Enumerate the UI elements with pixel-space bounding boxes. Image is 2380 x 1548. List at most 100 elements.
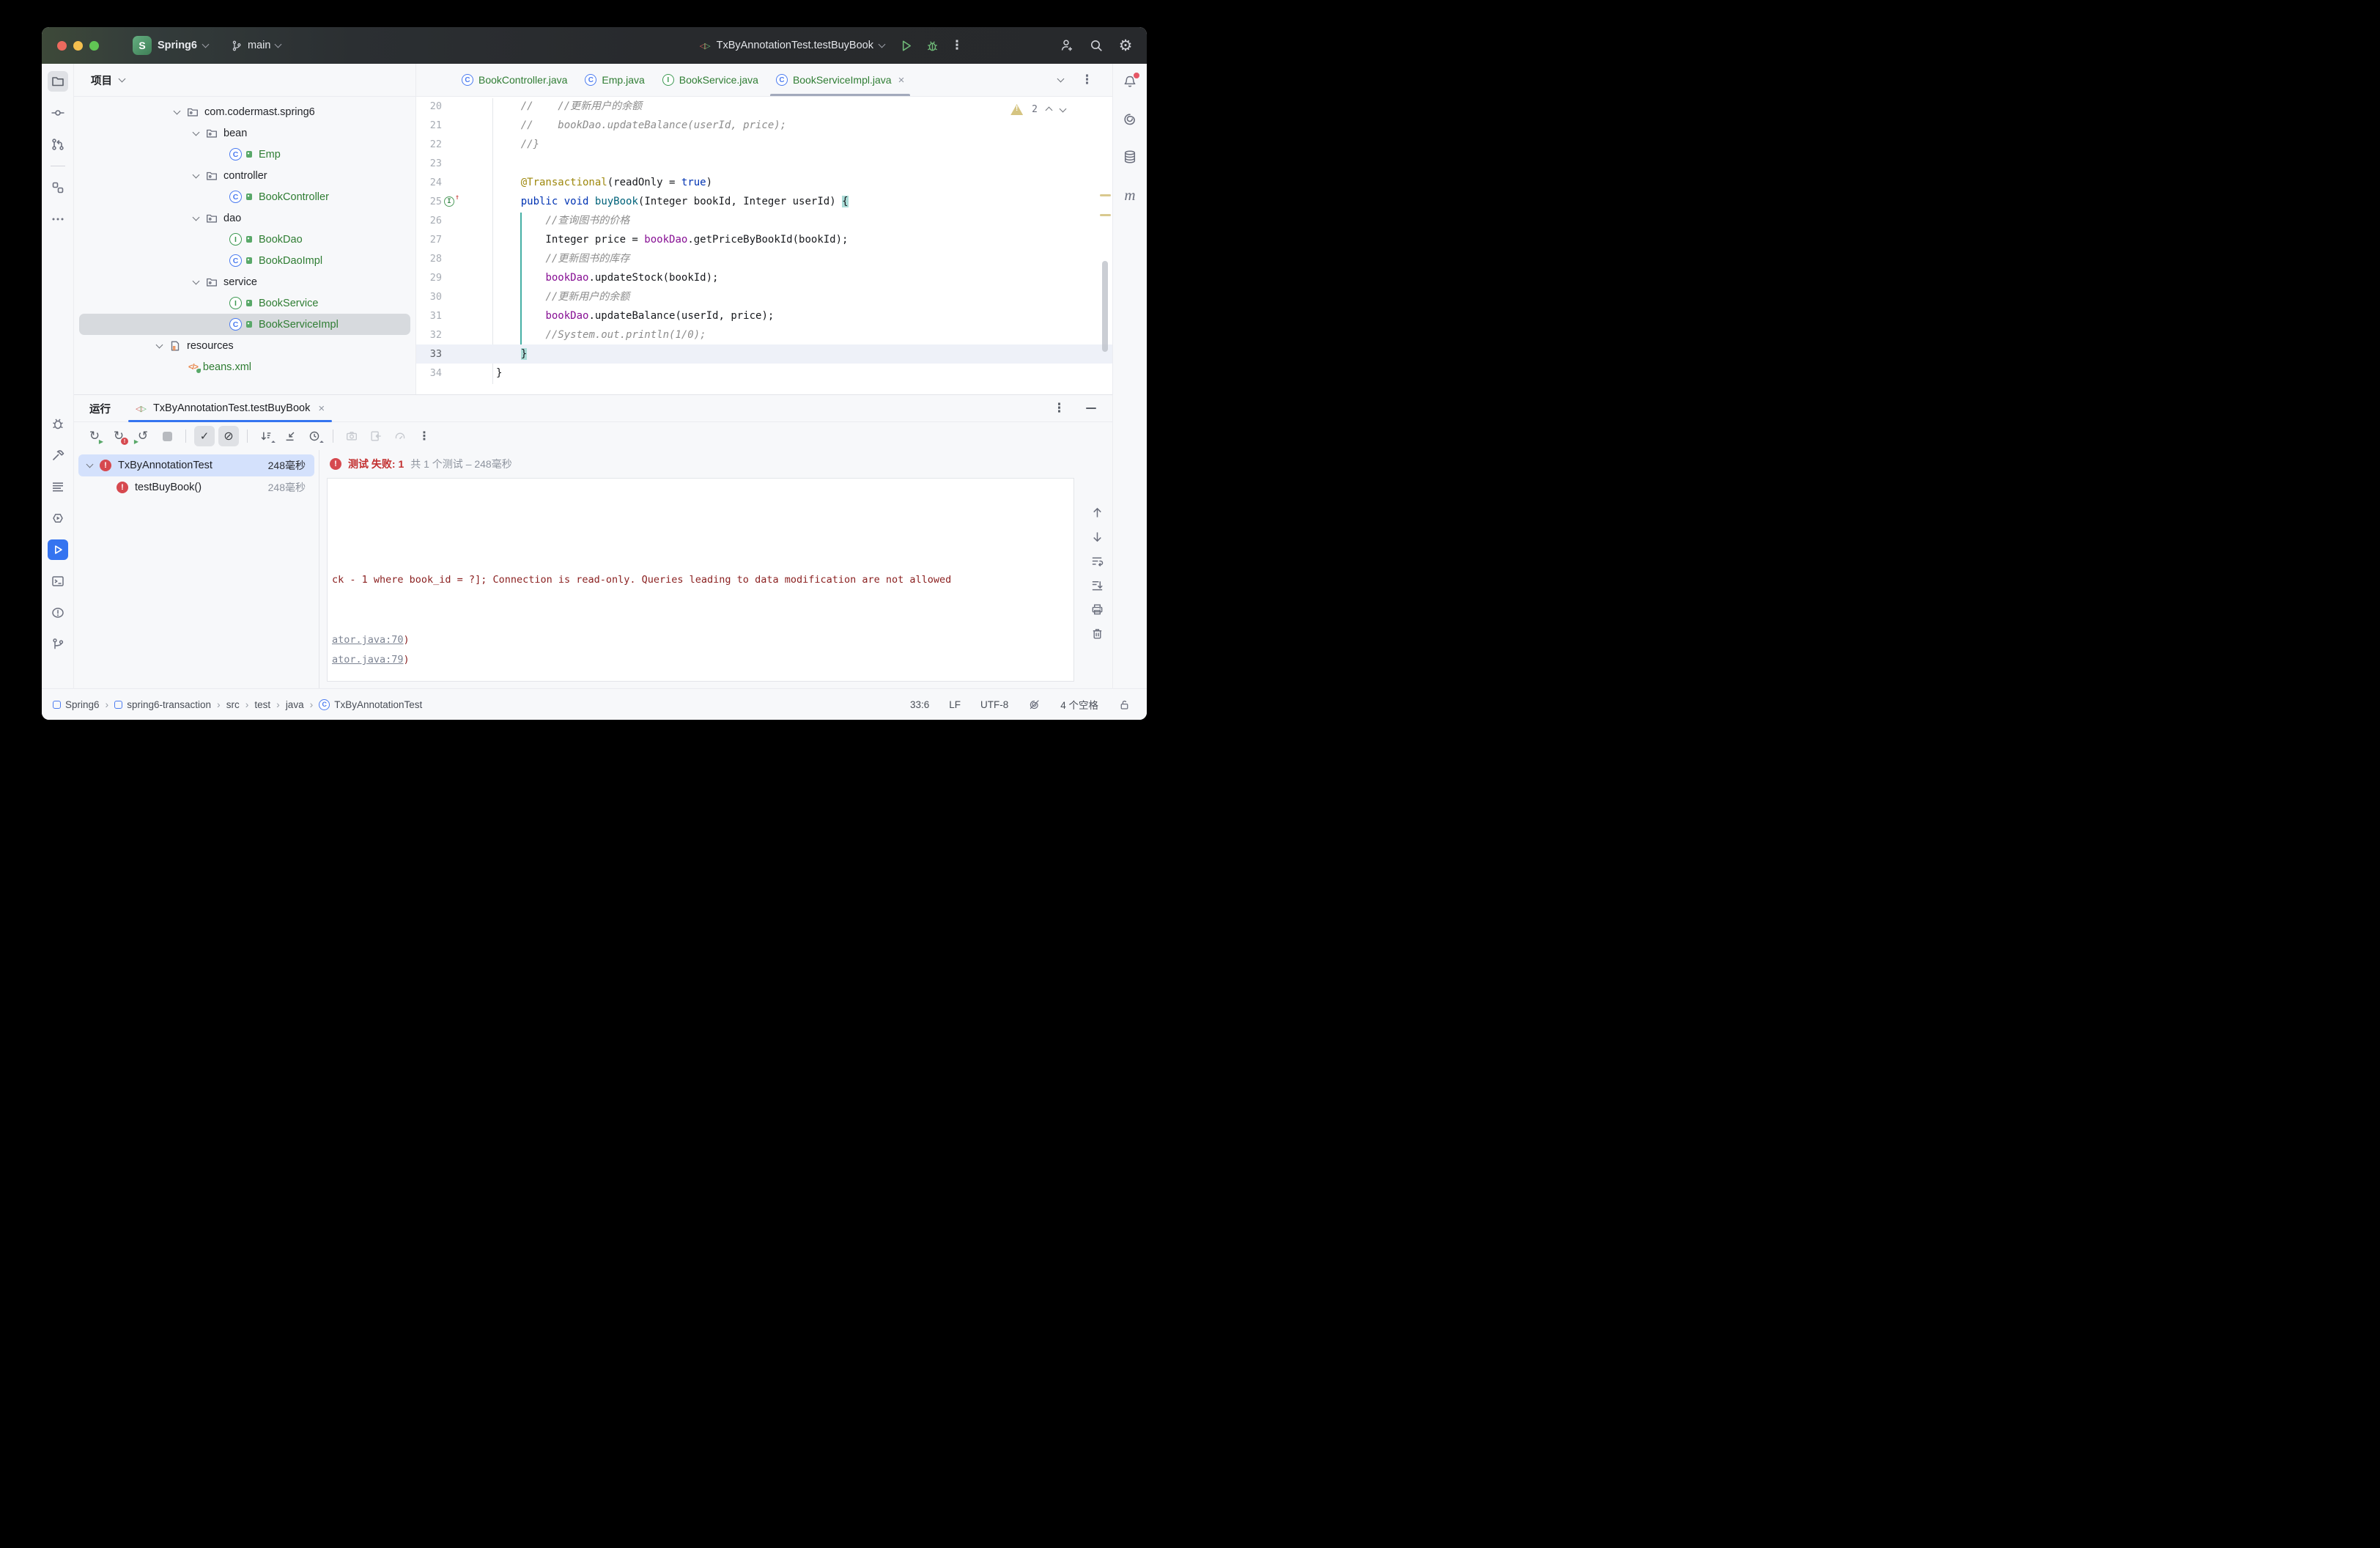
line-number[interactable]: 22 — [416, 135, 442, 154]
import-test-results-button[interactable] — [366, 426, 386, 446]
project-tree-item[interactable]: BookDao — [79, 229, 410, 250]
code-editor[interactable]: 20 // //更新用户的余额 21 // bookDao.updateBala… — [416, 97, 1112, 394]
line-number[interactable]: 34 — [416, 364, 442, 383]
line-number[interactable]: 32 — [416, 325, 442, 344]
project-panel-header[interactable]: 项目 — [74, 64, 415, 97]
terminal-tool-button[interactable] — [48, 571, 68, 591]
project-tree-item[interactable]: BookServiceImpl — [79, 314, 410, 335]
project-tree-item[interactable]: service — [79, 271, 410, 292]
line-number[interactable]: 25 — [416, 192, 442, 211]
expand-chevron-icon[interactable] — [193, 171, 200, 178]
breadcrumb-item[interactable]: test — [254, 699, 270, 710]
code-line[interactable]: 22 //} — [416, 135, 1112, 154]
code-line[interactable]: 33 } — [416, 344, 1112, 364]
line-separator[interactable]: LF — [949, 699, 961, 710]
line-number[interactable]: 20 — [416, 97, 442, 116]
expand-chevron-icon[interactable] — [193, 213, 200, 221]
scroll-to-end-button[interactable] — [1090, 578, 1104, 592]
code-line[interactable]: 32 //System.out.println(1/0); — [416, 325, 1112, 344]
inspections-widget[interactable]: 2 — [1010, 104, 1065, 115]
scroll-up-button[interactable] — [1090, 506, 1104, 520]
zoom-window-button[interactable] — [89, 41, 99, 51]
show-ignored-button[interactable] — [218, 426, 239, 446]
add-user-button[interactable] — [1056, 34, 1078, 56]
breadcrumb-item[interactable]: Spring6 — [53, 699, 100, 710]
collapse-all-button[interactable] — [280, 426, 300, 446]
code-line[interactable]: 23 — [416, 154, 1112, 173]
code-line[interactable]: 34 } — [416, 364, 1112, 383]
settings-button[interactable] — [1115, 34, 1137, 56]
editor-tab[interactable]: BookServiceImpl.java — [767, 64, 913, 96]
close-run-tab-icon[interactable] — [318, 402, 325, 415]
expand-chevron-icon[interactable] — [86, 461, 94, 468]
editor-tab[interactable]: Emp.java — [576, 64, 653, 96]
project-tree-item[interactable]: Emp — [79, 144, 410, 165]
show-passed-button[interactable] — [194, 426, 215, 446]
line-number[interactable]: 23 — [416, 154, 442, 173]
close-tab-icon[interactable] — [898, 74, 905, 86]
expand-chevron-icon[interactable] — [193, 277, 200, 284]
clear-console-button[interactable] — [1090, 627, 1104, 641]
spring-disabled-button[interactable] — [1028, 699, 1041, 711]
tab-list-chevron-icon[interactable] — [1057, 75, 1065, 83]
project-tree-item[interactable]: BookDaoImpl — [79, 250, 410, 271]
minimize-window-button[interactable] — [73, 41, 83, 51]
capture-snapshot-button[interactable] — [341, 426, 362, 446]
more-actions-button[interactable] — [946, 34, 968, 56]
readonly-toggle[interactable] — [1118, 699, 1131, 711]
caret-position[interactable]: 33:6 — [910, 699, 929, 710]
line-number[interactable]: 31 — [416, 306, 442, 325]
line-number[interactable]: 33 — [416, 344, 442, 364]
breadcrumb-item[interactable]: TxByAnnotationTest — [319, 699, 422, 710]
close-window-button[interactable] — [57, 41, 67, 51]
line-number[interactable]: 26 — [416, 211, 442, 230]
implements-gutter-icon[interactable] — [444, 196, 454, 207]
debug-tool-button[interactable] — [48, 413, 68, 434]
test-history-button[interactable] — [304, 426, 325, 446]
code-line[interactable]: 21 // bookDao.updateBalance(userId, pric… — [416, 116, 1112, 135]
stack-trace-link[interactable]: ator.java:70 — [332, 634, 404, 646]
run-tool-button[interactable] — [48, 539, 68, 560]
prev-problem-icon[interactable] — [1046, 107, 1053, 114]
editor-tab[interactable]: BookController.java — [453, 64, 576, 96]
stop-button[interactable] — [157, 426, 177, 446]
run-button[interactable] — [895, 34, 917, 56]
indent-setting[interactable]: 4 个空格 — [1060, 697, 1098, 712]
project-tree-item[interactable]: bean — [79, 122, 410, 144]
code-line[interactable]: 20 // //更新用户的余额 — [416, 97, 1112, 116]
warning-stripe-mark[interactable] — [1100, 214, 1111, 216]
services-tool-button[interactable] — [48, 508, 68, 528]
todo-tool-button[interactable] — [48, 476, 68, 497]
breadcrumb-item[interactable]: src — [226, 699, 240, 710]
project-tree-item[interactable]: controller — [79, 165, 410, 186]
debug-button[interactable] — [921, 34, 943, 56]
rerun-failed-tests-button[interactable] — [108, 426, 129, 446]
branch-widget[interactable]: main — [230, 40, 281, 52]
run-tab[interactable]: ◁▷ TxByAnnotationTest.testBuyBook — [127, 395, 333, 421]
project-tool-button[interactable] — [48, 71, 68, 92]
scroll-down-button[interactable] — [1090, 530, 1104, 544]
database-tool-button[interactable] — [1122, 149, 1138, 165]
search-button[interactable] — [1085, 34, 1107, 56]
soft-wrap-button[interactable] — [1090, 554, 1104, 568]
problems-tool-button[interactable] — [48, 602, 68, 623]
run-toolbar-more-icon[interactable] — [414, 426, 435, 446]
breadcrumb-item[interactable]: java — [286, 699, 304, 710]
line-number[interactable]: 29 — [416, 268, 442, 287]
maven-tool-button[interactable] — [1124, 186, 1135, 204]
line-number[interactable]: 28 — [416, 249, 442, 268]
rerun-button[interactable] — [84, 426, 105, 446]
project-tree-item[interactable]: BookController — [79, 186, 410, 207]
code-line[interactable]: 25 public void buyBook(Integer bookId, I… — [416, 192, 1112, 211]
more-tools-button[interactable] — [48, 209, 68, 229]
sort-by-duration-button[interactable] — [256, 426, 276, 446]
hide-panel-icon[interactable] — [1086, 408, 1096, 409]
console-output[interactable]: ck - 1 where book_id = ?]; Connection is… — [327, 478, 1074, 682]
build-tool-button[interactable] — [48, 445, 68, 465]
warning-stripe-mark[interactable] — [1100, 194, 1111, 196]
commit-tool-button[interactable] — [48, 103, 68, 123]
structure-tool-button[interactable] — [48, 177, 68, 198]
project-tree-item[interactable]: resources — [79, 335, 410, 356]
test-tree-item[interactable]: testBuyBook() 248毫秒 — [78, 476, 314, 498]
coverage-button[interactable] — [390, 426, 410, 446]
